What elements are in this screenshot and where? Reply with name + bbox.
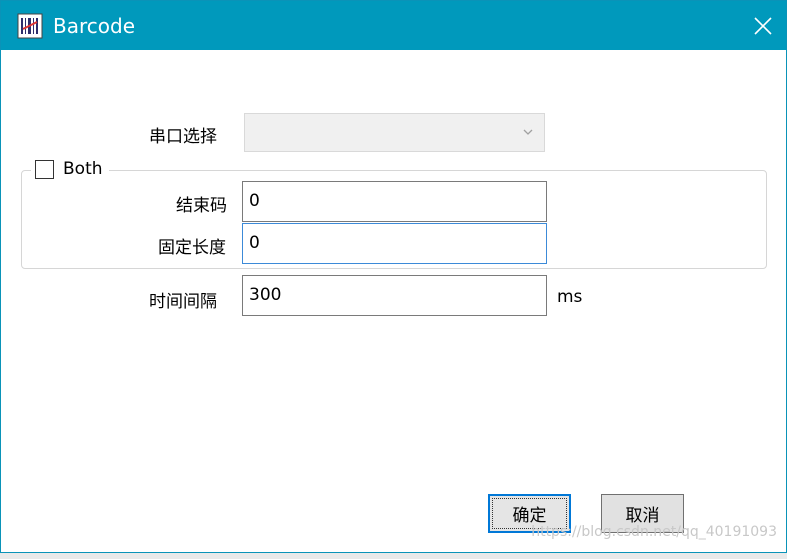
interval-input[interactable]: 300 — [242, 275, 547, 316]
both-group-legend[interactable]: Both — [31, 157, 109, 181]
close-icon — [754, 16, 772, 35]
title-bar[interactable]: Barcode — [1, 1, 786, 50]
barcode-dialog: Barcode 串口选择 Both 结束码 0 固定长度 0 时间间隔 300 … — [0, 0, 787, 553]
watermark-text: https://blog.csdn.net/qq_40191093 — [531, 524, 777, 540]
fixed-length-input[interactable]: 0 — [242, 223, 547, 264]
chevron-down-icon — [523, 129, 533, 135]
window-title: Barcode — [53, 14, 135, 38]
serial-port-label: 串口选择 — [149, 127, 217, 147]
both-checkbox[interactable] — [35, 159, 54, 179]
barcode-app-icon — [17, 13, 43, 39]
interval-label: 时间间隔 — [149, 292, 217, 312]
close-button[interactable] — [740, 1, 786, 50]
interval-unit-label: ms — [557, 287, 583, 307]
serial-port-select[interactable] — [244, 113, 545, 152]
fixed-length-label: 固定长度 — [158, 238, 226, 258]
end-code-input[interactable]: 0 — [242, 181, 547, 222]
both-checkbox-label: Both — [63, 159, 103, 179]
end-code-label: 结束码 — [176, 196, 227, 216]
